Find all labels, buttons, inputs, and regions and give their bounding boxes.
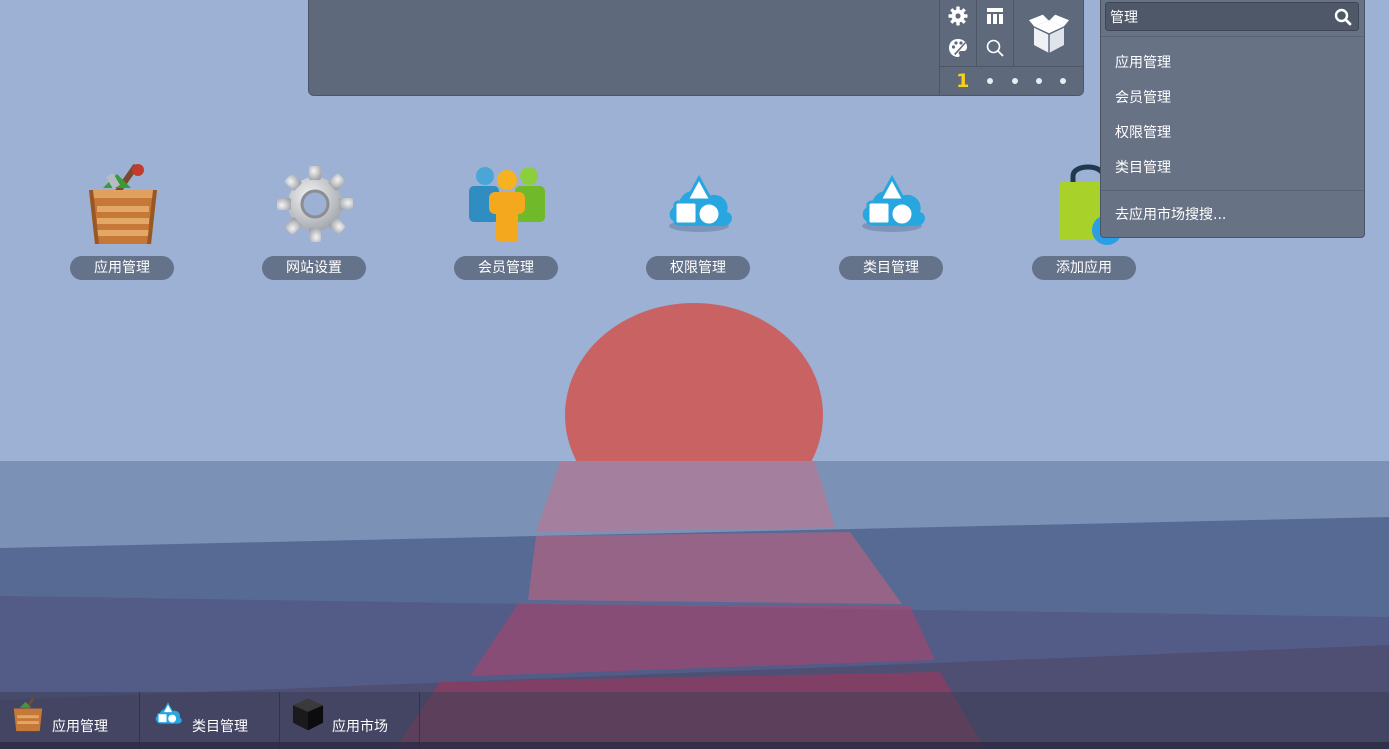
taskbar-item-app-manage[interactable]: 应用管理 <box>0 692 140 749</box>
desktop-icon-label: 应用管理 <box>70 256 174 280</box>
crate-tools-icon <box>89 164 157 244</box>
settings-button[interactable] <box>940 0 976 32</box>
page-current[interactable]: 1 <box>956 70 969 92</box>
search-box <box>1105 2 1359 31</box>
black-cube-icon <box>292 698 324 731</box>
desktop-icon-app-manage[interactable]: 应用管理 <box>68 160 178 280</box>
taskbar: 应用管理 类目管理 应用市场 <box>0 692 1389 749</box>
desktop-icon-member-manage[interactable]: 会员管理 <box>452 160 562 280</box>
shapes-cloud-icon <box>155 702 182 724</box>
desktop-icon-permission-manage[interactable]: 权限管理 <box>644 160 754 280</box>
top-panel: 1 <box>308 0 1084 96</box>
desktop-icon-site-settings[interactable]: 网站设置 <box>260 160 370 280</box>
taskbar-item-category-manage[interactable]: 类目管理 <box>140 692 280 749</box>
page-dot-2[interactable] <box>987 77 994 84</box>
search-panel: 应用管理 会员管理 权限管理 类目管理 去应用市场搜搜... <box>1100 0 1365 238</box>
theme-button[interactable] <box>940 32 976 64</box>
taskbar-item-label: 应用市场 <box>332 719 388 735</box>
desktop-icon-label: 添加应用 <box>1032 256 1136 280</box>
desktop-icon-category-manage[interactable]: 类目管理 <box>837 160 947 280</box>
search-input[interactable] <box>1110 7 1330 27</box>
grid-icon <box>987 8 1003 24</box>
desktop-icon-label: 权限管理 <box>646 256 750 280</box>
taskbar-item-label: 应用管理 <box>52 719 108 735</box>
page-dot-5[interactable] <box>1059 77 1066 84</box>
desktop-icon-label: 会员管理 <box>454 256 558 280</box>
page-dot-4[interactable] <box>1035 77 1042 84</box>
search-result-category-manage[interactable]: 类目管理 <box>1115 157 1171 177</box>
page-dot-3[interactable] <box>1011 77 1018 84</box>
page-indicator: 1 <box>939 66 1083 95</box>
app-market-button[interactable] <box>1014 0 1083 66</box>
desktop-icon-label: 网站设置 <box>262 256 366 280</box>
toolbar: 1 <box>939 0 1083 95</box>
shapes-cloud-icon <box>669 174 732 232</box>
search-toggle-button[interactable] <box>977 32 1013 64</box>
search-result-app-manage[interactable]: 应用管理 <box>1115 52 1171 72</box>
search-result-permission-manage[interactable]: 权限管理 <box>1115 122 1171 142</box>
users-icon <box>469 167 545 242</box>
shapes-cloud-icon <box>862 174 925 232</box>
taskbar-item-app-market[interactable]: 应用市场 <box>280 692 420 749</box>
gear-icon <box>948 6 968 26</box>
desktop-icon-label: 类目管理 <box>839 256 943 280</box>
app-market-search-link[interactable]: 去应用市场搜搜... <box>1115 204 1226 224</box>
taskbar-bottom-strip <box>0 742 1389 749</box>
palette-icon <box>949 39 967 57</box>
search-icon[interactable] <box>1334 8 1352 26</box>
crate-tools-icon <box>13 697 43 732</box>
app-box-icon <box>1026 13 1071 53</box>
search-result-member-manage[interactable]: 会员管理 <box>1115 87 1171 107</box>
app-grid-button[interactable] <box>977 0 1013 32</box>
taskbar-item-label: 类目管理 <box>192 719 248 735</box>
search-icon <box>986 39 1004 57</box>
gear-icon <box>277 166 353 242</box>
